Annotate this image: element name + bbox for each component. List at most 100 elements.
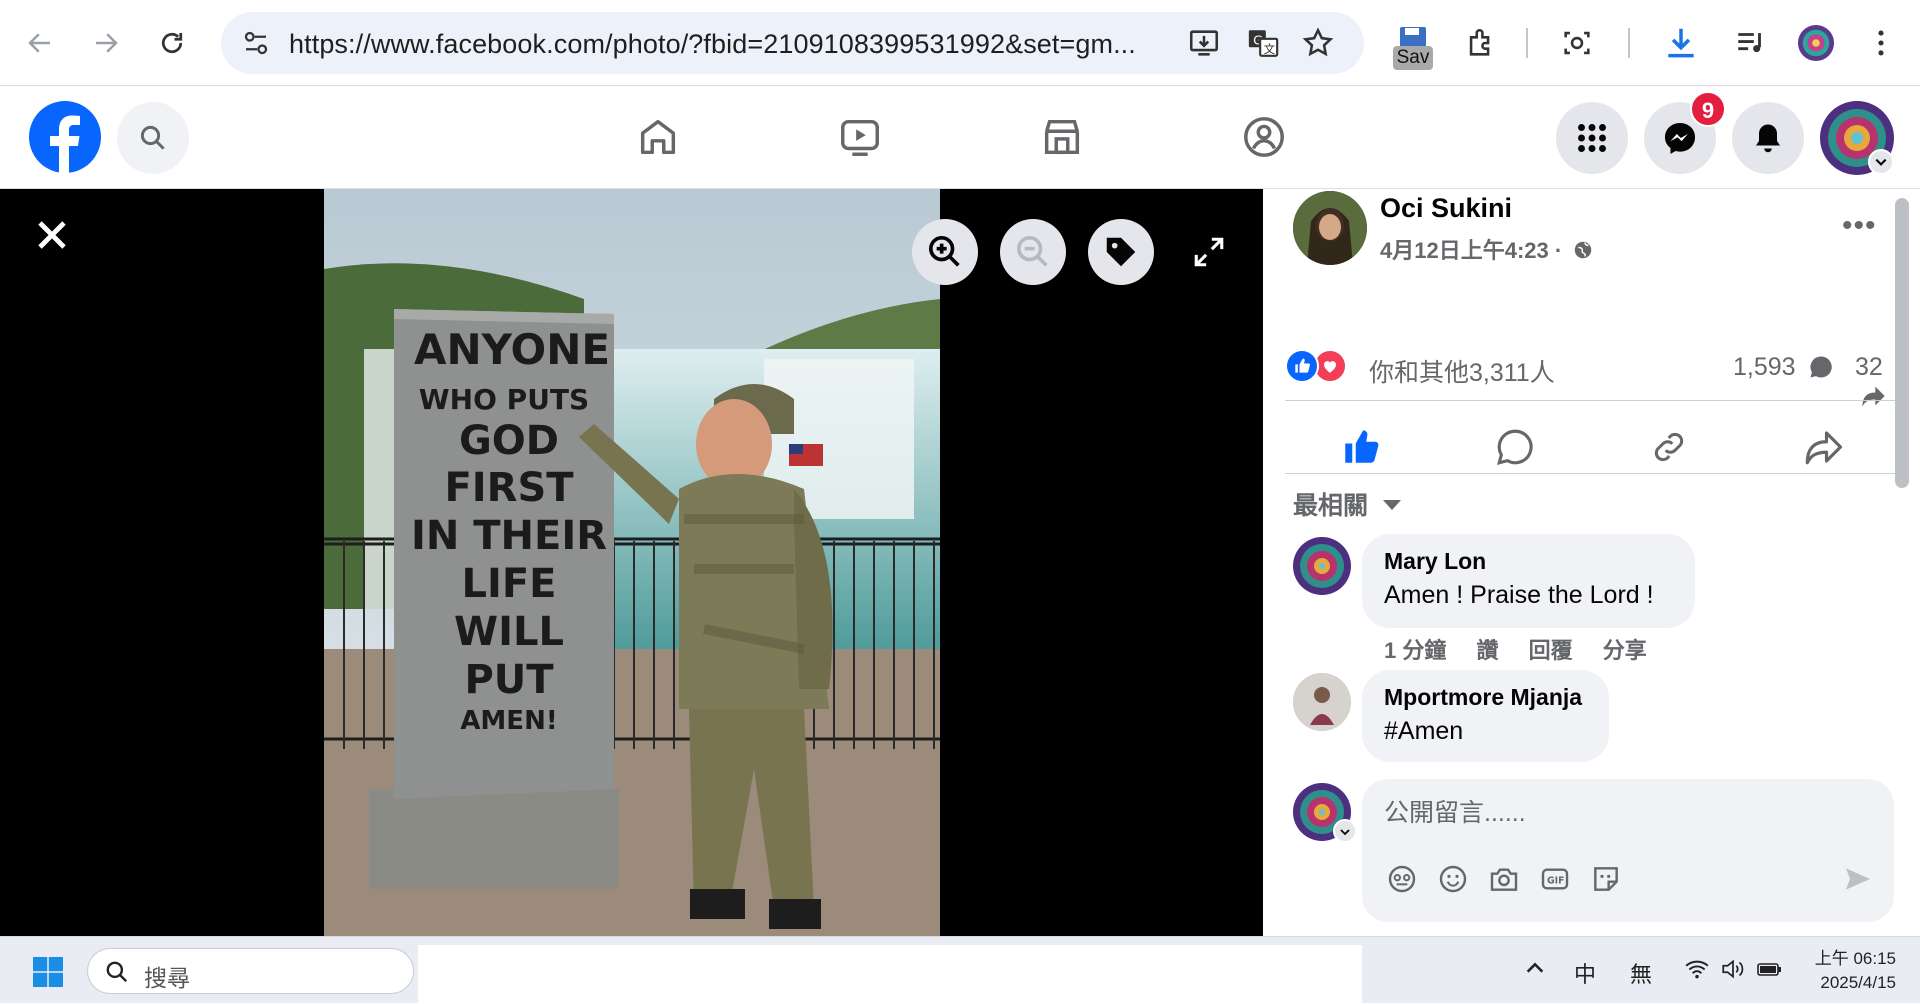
ime-input-indicator[interactable]: 無	[1630, 957, 1652, 989]
groups-icon	[1244, 117, 1284, 157]
media-control-icon[interactable]	[1730, 22, 1772, 64]
chevron-up-icon	[1526, 962, 1544, 973]
reload-button[interactable]	[150, 21, 194, 65]
volume-icon[interactable]	[1720, 957, 1746, 987]
svg-text:ANYONE: ANYONE	[414, 325, 610, 374]
facebook-header: 9	[0, 87, 1920, 189]
notifications-button[interactable]	[1732, 102, 1804, 174]
facebook-logo[interactable]	[29, 101, 101, 173]
identity-switcher[interactable]	[1333, 819, 1357, 843]
comment-button[interactable]	[1465, 417, 1565, 477]
send-icon[interactable]	[1840, 861, 1876, 897]
copy-link-button[interactable]	[1619, 417, 1719, 477]
menu-button[interactable]	[1556, 102, 1628, 174]
groups-tab[interactable]	[1236, 109, 1292, 165]
commenter-avatar[interactable]	[1293, 537, 1351, 595]
home-icon	[640, 119, 676, 155]
browser-toolbar: https://www.facebook.com/photo/?fbid=210…	[0, 0, 1920, 86]
home-tab[interactable]	[630, 109, 686, 165]
author-avatar[interactable]	[1293, 191, 1367, 265]
comment-composer: GIF	[1362, 779, 1894, 922]
toolbar-separator	[1526, 28, 1528, 58]
zoom-out-button[interactable]	[1000, 219, 1066, 285]
install-app-icon[interactable]	[1187, 26, 1221, 65]
comment-count[interactable]: 1,593	[1733, 353, 1835, 382]
svg-text:FIRST: FIRST	[444, 465, 574, 511]
search-icon	[106, 961, 128, 983]
browser-menu-icon[interactable]	[1860, 22, 1902, 64]
account-menu-caret[interactable]	[1868, 149, 1894, 175]
back-button[interactable]	[18, 21, 62, 65]
avatar-sticker-icon[interactable]	[1384, 861, 1420, 897]
comment-text: #Amen	[1384, 717, 1464, 745]
extensions-icon[interactable]	[1460, 22, 1502, 64]
gif-icon[interactable]: GIF	[1537, 861, 1573, 897]
show-hidden-icons[interactable]	[1524, 957, 1546, 985]
video-icon	[841, 119, 879, 156]
address-bar[interactable]: https://www.facebook.com/photo/?fbid=210…	[221, 12, 1364, 74]
comment-reply-link[interactable]: 回覆	[1529, 638, 1573, 663]
reactions-text: 你和其他3,311人	[1369, 359, 1555, 387]
sort-label-text: 最相關	[1293, 492, 1369, 520]
comment-share-link[interactable]: 分享	[1603, 638, 1647, 663]
translate-icon[interactable]: G文	[1246, 26, 1280, 65]
commenter-avatar[interactable]	[1293, 673, 1351, 731]
sticker-icon[interactable]	[1588, 861, 1624, 897]
downloads-icon[interactable]	[1660, 22, 1702, 64]
save-extension-button[interactable]: Sav	[1389, 26, 1437, 72]
commenter-name[interactable]: Mportmore Mjanja	[1384, 684, 1587, 711]
zoom-in-button[interactable]	[912, 219, 978, 285]
svg-text:LIFE: LIFE	[461, 561, 556, 607]
windows-taskbar: 搜尋 中 無 上午 06:15 2025/4/15	[0, 936, 1920, 1004]
fullscreen-button[interactable]	[1192, 235, 1228, 271]
marketplace-icon	[1044, 119, 1080, 155]
camera-icon[interactable]	[1486, 861, 1522, 897]
svg-text:GIF: GIF	[1547, 876, 1565, 887]
profile-avatar-icon[interactable]	[1795, 22, 1837, 64]
reactions-summary[interactable]: 你和其他3,311人 1,593 32	[1285, 349, 1905, 407]
close-icon	[38, 221, 66, 249]
close-viewer-button[interactable]	[28, 211, 76, 259]
panel-scrollbar[interactable]	[1895, 198, 1909, 488]
post-time-text: 4月12日上午4:23 ·	[1380, 238, 1563, 263]
author-name[interactable]: Oci Sukini	[1380, 193, 1512, 224]
forward-button[interactable]	[84, 21, 128, 65]
comment-time[interactable]: 1 分鐘	[1384, 638, 1446, 663]
site-settings-icon[interactable]	[241, 28, 271, 63]
back-arrow-icon	[28, 33, 50, 53]
commenter-name[interactable]: Mary Lon	[1384, 548, 1673, 575]
grid-menu-icon	[1578, 124, 1606, 152]
globe-icon	[1575, 241, 1592, 259]
facebook-search-button[interactable]	[117, 102, 189, 174]
save-extension-label: Sav	[1393, 46, 1433, 70]
post-timestamp[interactable]: 4月12日上午4:23 ·	[1380, 233, 1594, 265]
expand-icon	[1194, 237, 1224, 267]
battery-icon[interactable]	[1756, 957, 1784, 987]
emoji-icon[interactable]	[1435, 861, 1471, 897]
comment-actions: 1 分鐘 讚 回覆 分享	[1384, 633, 1671, 665]
taskbar-search[interactable]: 搜尋	[87, 948, 414, 994]
tag-photo-button[interactable]	[1088, 219, 1154, 285]
zoom-in-icon	[929, 236, 960, 267]
forward-arrow-icon	[96, 33, 118, 53]
windows-start-icon[interactable]	[30, 954, 66, 995]
link-icon	[1654, 432, 1684, 462]
ime-mode-indicator[interactable]: 中	[1574, 957, 1596, 989]
lens-screenshot-icon[interactable]	[1556, 22, 1598, 64]
video-tab[interactable]	[832, 109, 888, 165]
url-text[interactable]: https://www.facebook.com/photo/?fbid=210…	[289, 29, 1136, 60]
post-photo[interactable]: ANYONE WHO PUTS GOD FIRST IN THEIR LIFE …	[324, 189, 940, 936]
thumbs-up-icon	[1345, 430, 1379, 463]
svg-text:AMEN!: AMEN!	[460, 706, 557, 736]
svg-text:文: 文	[1264, 42, 1275, 56]
bookmark-star-icon[interactable]	[1301, 26, 1335, 65]
comment-like-link[interactable]: 讚	[1476, 638, 1498, 663]
post-options-icon[interactable]: •••	[1842, 209, 1877, 243]
share-button[interactable]	[1773, 417, 1873, 477]
system-clock[interactable]: 上午 06:15 2025/4/15	[1806, 947, 1896, 995]
comment-input[interactable]	[1384, 793, 1864, 833]
marketplace-tab[interactable]	[1034, 109, 1090, 165]
wifi-icon[interactable]	[1684, 957, 1710, 987]
like-button[interactable]	[1311, 417, 1411, 477]
comment-sort-dropdown[interactable]: 最相關	[1293, 486, 1403, 522]
